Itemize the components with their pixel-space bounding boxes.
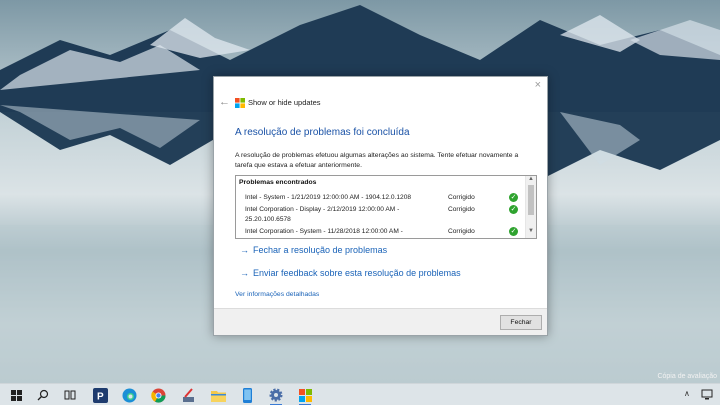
windows-start-icon[interactable] [8,387,24,403]
problem-text: Intel Corporation - System - 11/28/2018 … [245,228,403,235]
send-feedback-link[interactable]: → Enviar feedback sobre esta resolução de… [240,268,461,278]
problems-header: Problemas encontrados [239,179,317,186]
settings-icon[interactable] [268,387,284,405]
edge-icon[interactable] [121,387,137,403]
problems-list[interactable]: Problemas encontrados Intel - System - 1… [235,175,537,239]
view-details-link[interactable]: Ver informações detalhadas [235,291,319,298]
close-button[interactable]: Fechar [500,315,542,330]
check-icon: ✓ [509,205,518,214]
app-title: Show or hide updates [248,98,321,107]
search-icon[interactable] [35,387,51,403]
back-arrow-icon[interactable]: ← [219,96,230,108]
close-troubleshooting-link[interactable]: → Fechar a resolução de problemas [240,245,387,255]
scroll-thumb[interactable] [528,185,534,215]
arrow-right-icon: → [240,245,249,255]
chrome-icon[interactable] [150,387,166,403]
phone-icon[interactable] [239,387,255,403]
problem-text: Intel - System - 1/21/2019 12:00:00 AM -… [245,194,412,201]
problem-status: Corrigido [448,194,475,201]
send-feedback-label: Enviar feedback sobre esta resolução de … [253,268,461,278]
svg-text:P: P [97,391,104,402]
chevron-up-icon[interactable]: ∧ [684,389,690,398]
file-explorer-icon[interactable] [210,387,226,403]
p-app-icon[interactable]: P [92,387,108,403]
close-troubleshooting-label: Fechar a resolução de problemas [253,245,388,255]
problem-status: Corrigido [448,206,475,213]
problem-text: Intel Corporation - Display - 2/12/2019 … [245,206,400,223]
close-icon[interactable]: × [535,79,541,91]
check-icon: ✓ [509,227,518,236]
taskbar: P ∧ [0,383,720,405]
page-title: A resolução de problemas foi concluída [235,127,410,138]
desktop-wallpaper: × ← Show or hide updates A resolução de … [0,0,720,405]
tool-icon[interactable] [180,387,196,403]
troubleshooter-dialog: × ← Show or hide updates A resolução de … [213,76,548,336]
check-icon: ✓ [509,193,518,202]
scroll-up-icon[interactable]: ▲ [528,176,534,182]
dialog-footer: Fechar [214,308,547,335]
network-icon[interactable] [700,388,714,402]
problem-status: Corrigido [448,228,475,235]
windows-update-icon [235,98,245,108]
arrow-right-icon: → [240,268,249,278]
description-text: A resolução de problemas efetuou algumas… [235,152,519,169]
task-view-icon[interactable] [62,387,78,403]
show-hide-updates-icon[interactable] [297,387,313,405]
scroll-down-icon[interactable]: ▼ [528,228,534,234]
evaluation-watermark: Cópia de avaliação [657,373,717,380]
vertical-scrollbar[interactable]: ▲ ▼ [525,176,536,238]
